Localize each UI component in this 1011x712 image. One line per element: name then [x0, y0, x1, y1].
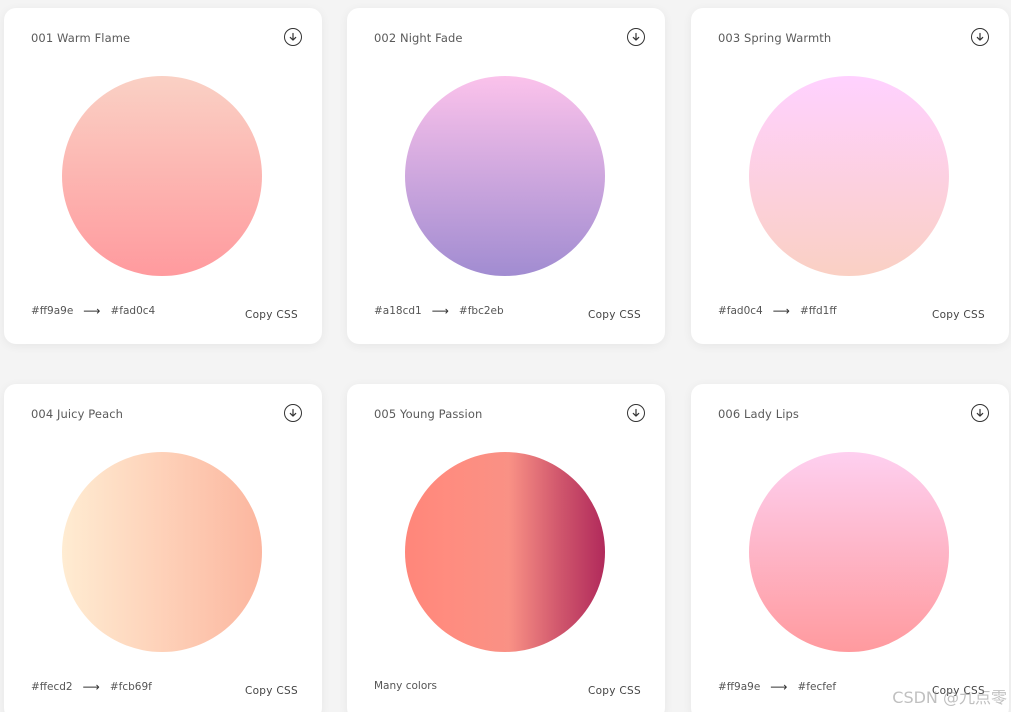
long-right-arrow-icon: ⟶ — [82, 680, 100, 694]
download-button[interactable] — [971, 28, 989, 46]
gradient-swatch — [405, 452, 605, 652]
color-stops: #ff9a9e ⟶ #fecfef — [718, 680, 836, 694]
copy-css-button[interactable]: Copy CSS — [245, 309, 298, 321]
card-title: 006 Lady Lips — [718, 407, 800, 421]
color-to: #fecfef — [797, 681, 837, 693]
card-title: 005 Young Passion — [374, 407, 483, 421]
color-stops: #fad0c4 ⟶ #ffd1ff — [718, 304, 837, 318]
copy-css-button[interactable]: Copy CSS — [932, 309, 985, 321]
long-right-arrow-icon: ⟶ — [431, 304, 449, 318]
gradient-swatch — [405, 76, 605, 276]
color-from: #ff9a9e — [31, 305, 74, 317]
color-stops: #ff9a9e ⟶ #fad0c4 — [31, 304, 155, 318]
download-circle-icon — [632, 32, 640, 41]
color-stops: #ffecd2 ⟶ #fcb69f — [31, 680, 152, 694]
gradient-gallery: 001 Warm Flame #ff9a9e ⟶ #fad0c4 Copy CS… — [0, 0, 1011, 712]
copy-css-button[interactable]: Copy CSS — [588, 309, 641, 321]
download-circle-icon — [289, 32, 297, 41]
gradient-swatch — [749, 76, 949, 276]
download-circle-icon — [976, 32, 984, 41]
long-right-arrow-icon: ⟶ — [772, 304, 790, 318]
gradient-card: 002 Night Fade #a18cd1 ⟶ #fbc2eb Copy CS… — [347, 8, 665, 344]
long-right-arrow-icon: ⟶ — [83, 304, 101, 318]
long-right-arrow-icon: ⟶ — [770, 680, 788, 694]
watermark: CSDN @九点零 — [892, 688, 1007, 707]
card-title: 002 Night Fade — [374, 31, 463, 45]
card-title: 003 Spring Warmth — [718, 31, 832, 45]
color-from: #ff9a9e — [718, 681, 761, 693]
download-button[interactable] — [284, 404, 302, 422]
download-circle-icon — [976, 408, 984, 417]
download-circle-icon — [289, 408, 297, 417]
gradient-card: 005 Young Passion Many colors Copy CSS — [347, 384, 665, 712]
gradient-card: 001 Warm Flame #ff9a9e ⟶ #fad0c4 Copy CS… — [4, 8, 322, 344]
gradient-swatch — [749, 452, 949, 652]
color-from: #ffecd2 — [31, 681, 73, 693]
color-to: #fbc2eb — [458, 305, 504, 317]
card-title: 001 Warm Flame — [31, 31, 131, 45]
gradient-swatch — [62, 452, 262, 652]
color-from: #a18cd1 — [374, 305, 422, 317]
download-button[interactable] — [627, 28, 645, 46]
color-to: #ffd1ff — [799, 305, 837, 317]
color-stops: #a18cd1 ⟶ #fbc2eb — [374, 304, 504, 318]
copy-css-button[interactable]: Copy CSS — [245, 685, 298, 697]
color-stops: Many colors — [374, 680, 437, 692]
gradient-card: 004 Juicy Peach #ffecd2 ⟶ #fcb69f Copy C… — [4, 384, 322, 712]
card-title: 004 Juicy Peach — [31, 407, 124, 421]
download-button[interactable] — [971, 404, 989, 422]
download-button[interactable] — [627, 404, 645, 422]
download-button[interactable] — [284, 28, 302, 46]
gradient-swatch — [62, 76, 262, 276]
gradient-card: 006 Lady Lips #ff9a9e ⟶ #fecfef Copy CSS — [691, 384, 1009, 712]
download-circle-icon — [632, 408, 640, 417]
color-to: #fad0c4 — [110, 305, 156, 317]
many-colors-label: Many colors — [374, 680, 438, 692]
color-to: #fcb69f — [109, 681, 152, 693]
gradient-card: 003 Spring Warmth #fad0c4 ⟶ #ffd1ff Copy… — [691, 8, 1009, 344]
color-from: #fad0c4 — [718, 305, 763, 317]
copy-css-button[interactable]: Copy CSS — [588, 685, 641, 697]
